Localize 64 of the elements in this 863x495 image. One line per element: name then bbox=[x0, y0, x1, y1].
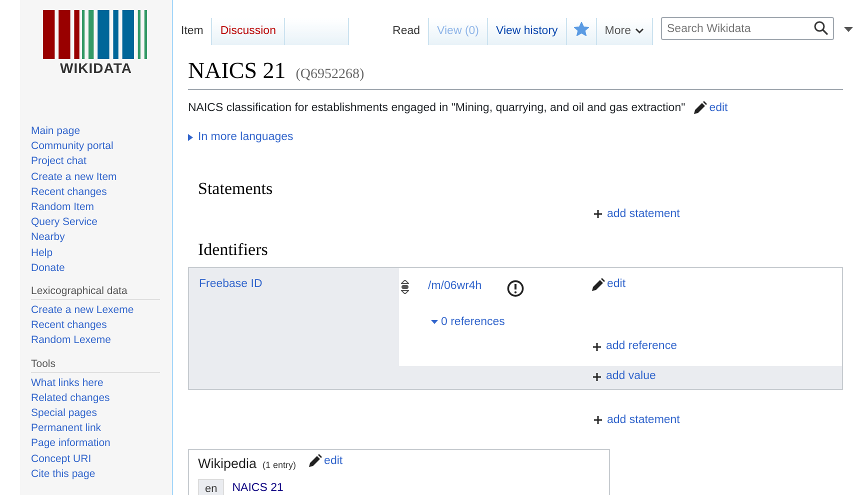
sitelinks-heading: Wikipedia bbox=[198, 455, 257, 474]
dropdown-caret-icon bbox=[844, 27, 853, 32]
pencil-icon bbox=[591, 278, 605, 292]
sidebar-link[interactable]: Create a new Item bbox=[31, 170, 172, 185]
edit-link[interactable]: edit bbox=[693, 100, 728, 117]
sidebar-link[interactable]: Permanent link bbox=[31, 421, 172, 436]
nav-heading: Tools bbox=[31, 358, 160, 373]
tab[interactable]: View history bbox=[488, 18, 567, 45]
caret-down-icon bbox=[431, 320, 438, 326]
item-description: NAICS classification for establishments engaged in "Mining, quarrying, and oil and gas extraction" bbox=[188, 100, 686, 116]
more-languages-link[interactable]: In more languages bbox=[198, 128, 294, 146]
sidebar-link[interactable]: Help bbox=[31, 246, 172, 261]
logo-wordmark[interactable]: WIKIDATA bbox=[60, 61, 132, 75]
search-field[interactable]: Search Wikidata bbox=[661, 17, 834, 40]
sidebar-link[interactable]: Random Item bbox=[31, 200, 172, 216]
star-icon bbox=[574, 22, 589, 36]
sidebar-link[interactable]: Recent changes bbox=[31, 318, 172, 334]
sidebar-link[interactable]: Nearby bbox=[31, 230, 172, 246]
value-link[interactable]: /m/06wr4h bbox=[428, 278, 482, 296]
property-link[interactable]: Freebase ID bbox=[199, 278, 262, 290]
section-heading: Identifiers bbox=[198, 238, 269, 261]
sidebar-link[interactable]: Project chat bbox=[31, 154, 172, 170]
sidebar-link[interactable]: Random Lexeme bbox=[31, 333, 172, 349]
section-heading: Statements bbox=[198, 178, 274, 200]
edit-link[interactable]: edit bbox=[308, 452, 343, 470]
sidebar-link[interactable]: Create a new Lexeme bbox=[31, 303, 172, 318]
pencil-icon bbox=[308, 454, 322, 468]
sidebar-link[interactable]: Concept URI bbox=[31, 452, 172, 467]
triangle-right-icon bbox=[188, 134, 193, 141]
sidebar-link[interactable]: Donate bbox=[31, 260, 172, 276]
edit-link[interactable]: edit bbox=[591, 276, 626, 294]
sidebar-link[interactable]: Main page bbox=[31, 124, 172, 140]
add-statement-link[interactable]: add statement bbox=[593, 206, 680, 223]
nav-heading: Lexicographical data bbox=[31, 285, 160, 300]
sidebar-link[interactable]: Special pages bbox=[31, 406, 172, 422]
references-toggle[interactable]: 0 references bbox=[441, 314, 505, 332]
sidebar-link[interactable]: Page information bbox=[31, 436, 172, 452]
sidebar-link[interactable]: Query Service bbox=[31, 215, 172, 230]
chevron-icon bbox=[635, 28, 644, 34]
sidebar-link[interactable]: Related changes bbox=[31, 390, 172, 406]
plus-icon bbox=[593, 415, 603, 426]
sitelink[interactable]: NAICS 21 bbox=[232, 480, 284, 495]
plus-icon bbox=[592, 372, 602, 382]
rank-icon bbox=[401, 280, 409, 294]
item-label: NAICS 21 bbox=[188, 57, 286, 85]
language-code: en bbox=[198, 478, 224, 495]
plus-icon bbox=[592, 342, 602, 352]
add-value-link[interactable]: add value bbox=[592, 368, 656, 386]
item-id: (Q6952268) bbox=[296, 67, 364, 84]
pencil-icon bbox=[693, 101, 708, 116]
barcode-logo-icon bbox=[43, 10, 149, 59]
more-menu-button[interactable]: More bbox=[596, 18, 653, 45]
add-statement-link[interactable]: add statement bbox=[593, 412, 680, 429]
entry-count: (1 entry) bbox=[262, 459, 296, 472]
sidebar-link[interactable]: What links here bbox=[31, 376, 172, 391]
sidebar-link[interactable]: Cite this page bbox=[31, 466, 172, 482]
search-icon bbox=[814, 21, 828, 35]
sidebar-link[interactable]: Recent changes bbox=[31, 184, 172, 200]
watch-star-button[interactable] bbox=[566, 18, 597, 45]
plus-icon bbox=[593, 209, 603, 220]
add-reference-link[interactable]: add reference bbox=[592, 338, 677, 356]
tab[interactable]: Discussion bbox=[212, 18, 285, 45]
sidebar-link[interactable]: Community portal bbox=[31, 139, 172, 154]
warning-icon bbox=[506, 280, 524, 298]
